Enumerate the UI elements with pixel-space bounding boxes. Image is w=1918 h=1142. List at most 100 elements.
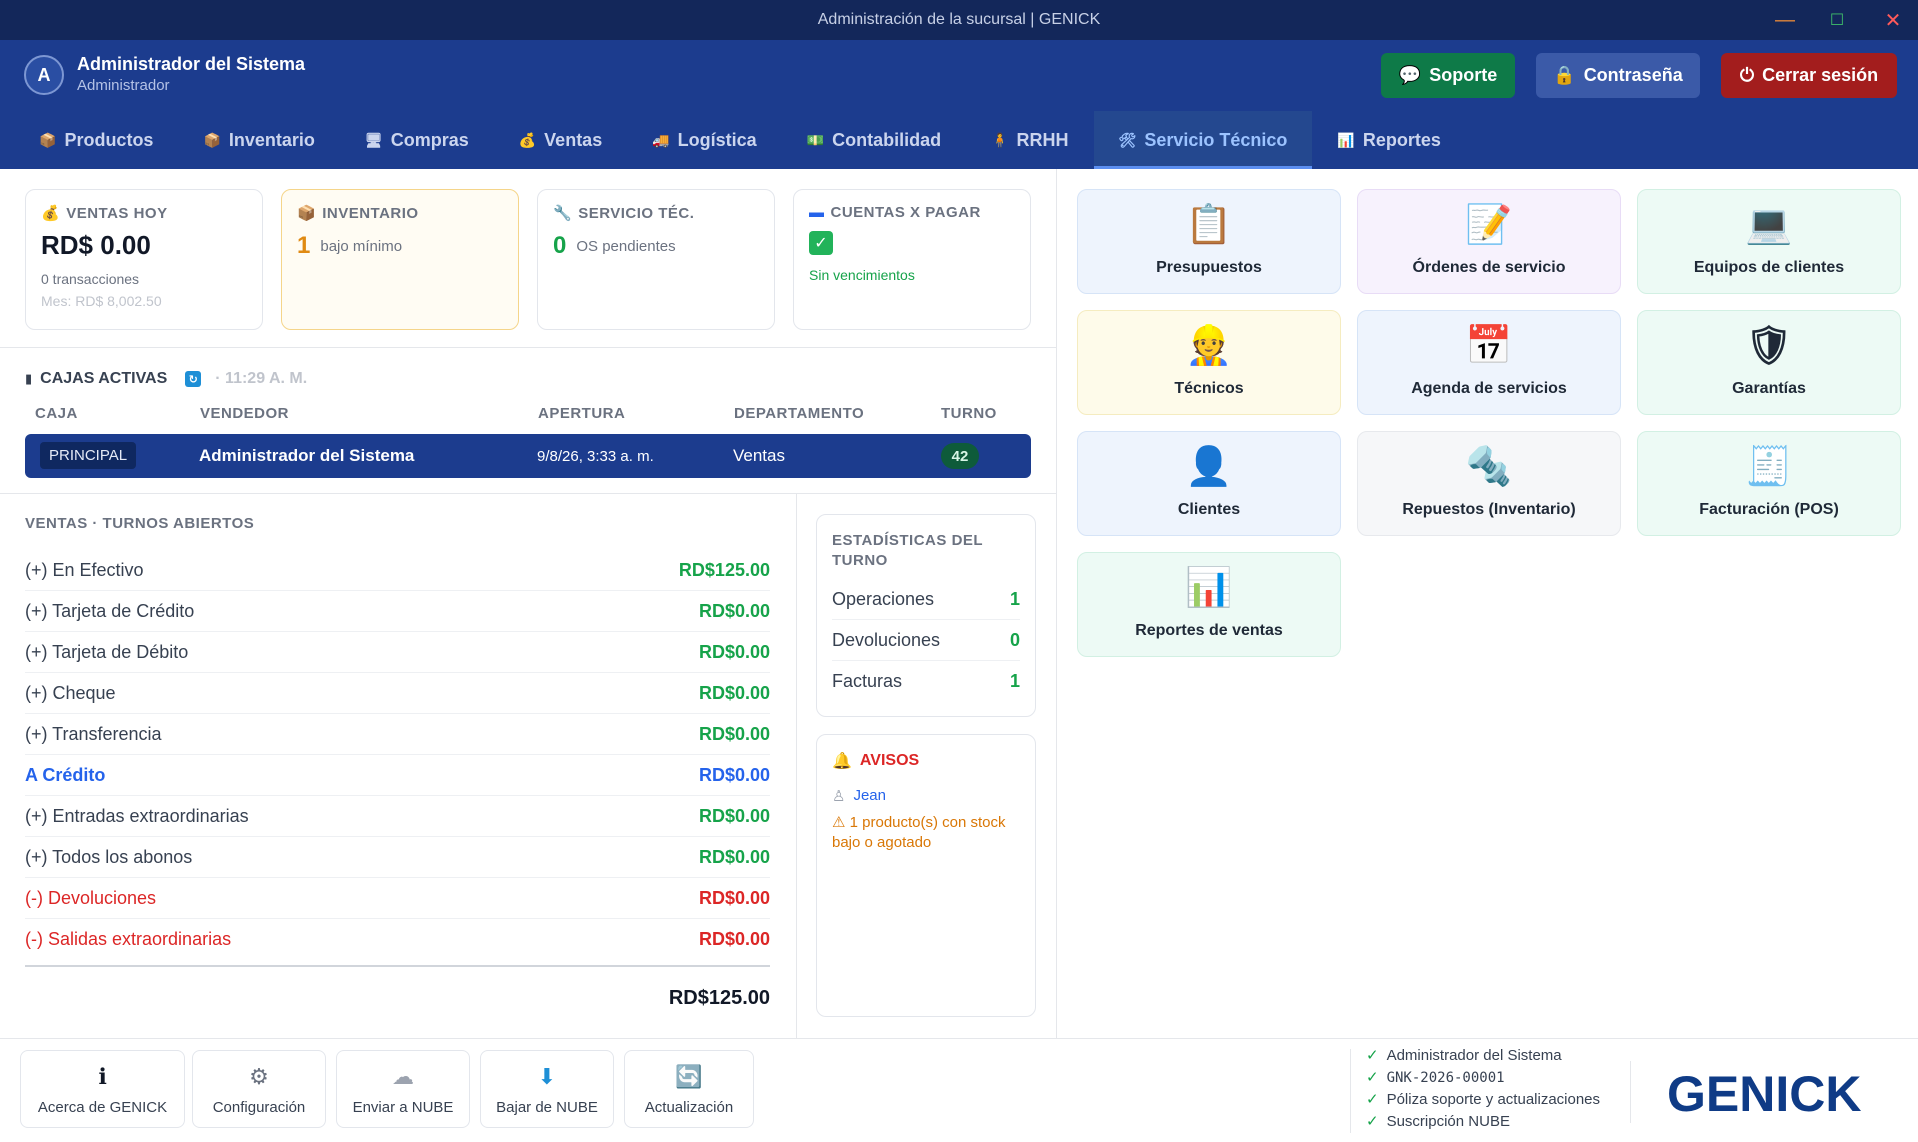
tab-servicio-tecnico[interactable]: 🛠 Servicio Técnico — [1093, 111, 1313, 169]
bottom-button-label: Acerca de GENICK — [37, 1098, 168, 1116]
tab-ventas[interactable]: 💰 Ventas — [494, 111, 627, 169]
license-status: ✓ Administrador del Sistema ✓ GNK-2026-000… — [1366, 1047, 1601, 1130]
module-card[interactable]: 📝 Órdenes de servicio — [1357, 189, 1621, 294]
divider — [796, 494, 797, 1038]
module-label: Equipos de clientes — [1693, 259, 1845, 276]
module-label: Agenda de servicios — [1411, 380, 1567, 397]
module-label: Repuestos (Inventario) — [1402, 501, 1576, 518]
box-icon: 📦 — [39, 131, 57, 148]
maximize-icon[interactable]: ☐ — [1812, 0, 1862, 40]
caja-turno-badge: 42 — [941, 443, 979, 469]
money-bag-icon: 💰 — [518, 131, 537, 148]
module-label: Garantías — [1732, 380, 1806, 397]
card-inventario: 📦 INVENTARIO 1 bajo mínimo — [281, 189, 519, 330]
module-card[interactable]: 🛡 Garantías — [1637, 310, 1901, 415]
module-icon: 🛡 — [1744, 325, 1794, 367]
tab-logistica[interactable]: 🚚 Logística — [627, 111, 781, 169]
module-label: Clientes — [1177, 501, 1241, 518]
bottom-button-label: Actualización — [644, 1098, 734, 1116]
avisos-panel: 🔔 AVISOS ♙ Jean ⚠ 1 producto(s) con stock … — [816, 734, 1036, 1017]
check-icon: ✓ — [1366, 1113, 1379, 1130]
bottom-button-label: Configuración — [212, 1098, 306, 1116]
money-bag-icon: 💰 — [41, 205, 61, 222]
bottom-button-label: Bajar de NUBE — [496, 1098, 598, 1116]
ventas-total: RD$125.00 — [25, 965, 770, 1010]
module-label: Presupuestos — [1156, 259, 1262, 276]
module-icon: 👤 — [1185, 446, 1233, 488]
inventario-value: 1 — [297, 232, 311, 259]
credit-card-icon: ▬ — [809, 204, 825, 221]
close-icon[interactable]: ✕ — [1868, 0, 1918, 40]
bottom-button[interactable]: ⚙ Configuración — [192, 1050, 326, 1128]
ventas-line: A Crédito RD$0.00 — [25, 755, 770, 796]
ventas-line: (+) Entradas extraordinarias RD$0.00 — [25, 796, 770, 837]
module-label: Facturación (POS) — [1699, 501, 1839, 518]
stat-row-facturas: Facturas 1 — [832, 671, 1020, 691]
tab-contabilidad[interactable]: 💵 Contabilidad — [782, 111, 966, 169]
minimize-icon[interactable]: — — [1760, 0, 1810, 40]
header-caja: CAJA — [35, 405, 78, 422]
ventas-line: (-) Devoluciones RD$0.00 — [25, 878, 770, 919]
servicio-value: 0 — [553, 232, 567, 259]
module-icon: 🔩 — [1465, 446, 1513, 488]
cash-icon: 💵 — [806, 131, 825, 148]
check-icon: ✓ — [1366, 1047, 1379, 1064]
cajas-time: · 11:29 A. M. — [215, 370, 308, 387]
chat-icon: 💬 — [1398, 65, 1422, 85]
tab-inventario[interactable]: 📦 Inventario — [178, 111, 339, 169]
header-apertura: APERTURA — [538, 405, 626, 422]
bottom-button[interactable]: 🔄 Actualización — [624, 1050, 754, 1128]
bottom-button-label: Enviar a NUBE — [352, 1098, 454, 1116]
caja-apertura: 9/8/26, 3:33 a. m. — [537, 448, 654, 465]
bottom-button[interactable]: ☁ Enviar a NUBE — [336, 1050, 470, 1128]
bottom-button-icon: ☁ — [392, 1063, 414, 1089]
user-role: Administrador — [77, 77, 170, 94]
bottom-button-icon: ⬇ — [537, 1063, 557, 1089]
refresh-icon[interactable]: ↻ — [185, 371, 202, 387]
stats-title: ESTADÍSTICAS DEL TURNO — [832, 532, 983, 569]
user-bar: A Administrador del Sistema Administrado… — [0, 40, 1918, 111]
ventas-line: (+) En Efectivo RD$125.00 — [25, 550, 770, 591]
card-servicio-tecnico: 🔧 SERVICIO TÉC. 0 OS pendientes — [537, 189, 775, 330]
module-card[interactable]: 👤 Clientes — [1077, 431, 1341, 536]
caja-row-principal[interactable]: PRINCIPAL Administrador del Sistema 9/8/… — [25, 434, 1031, 478]
computer-icon: 🖥 — [364, 131, 383, 148]
person-icon: 🧍 — [991, 131, 1009, 148]
tools-icon: 🛠 — [1118, 131, 1137, 148]
module-label: Órdenes de servicio — [1412, 259, 1566, 276]
module-card[interactable]: 👷 Técnicos — [1077, 310, 1341, 415]
register-icon: ▮ — [25, 371, 33, 386]
cajas-title: CAJAS ACTIVAS — [40, 370, 168, 387]
cerrar-sesion-button[interactable]: ⏻ Cerrar sesión — [1721, 53, 1897, 98]
module-icon: 📅 — [1465, 325, 1513, 367]
warning-icon: ⚠ — [832, 814, 846, 831]
tab-compras[interactable]: 🖥 Compras — [340, 111, 494, 169]
bottom-bar: ℹ Acerca de GENICK ⚙ Configuración ☁ Enviar a… — [0, 1038, 1918, 1142]
card-ventas-hoy: 💰 VENTAS HOY RD$ 0.00 0 transacciones Mes… — [25, 189, 263, 330]
bell-icon: 🔔 — [832, 753, 852, 770]
module-card[interactable]: 📊 Reportes de ventas — [1077, 552, 1341, 657]
bottom-button[interactable]: ℹ Acerca de GENICK — [20, 1050, 185, 1128]
module-card[interactable]: 🧾 Facturación (POS) — [1637, 431, 1901, 536]
tab-rrhh[interactable]: 🧍 RRHH — [966, 111, 1093, 169]
module-icon: 📋 — [1185, 204, 1233, 246]
tab-reportes[interactable]: 📊 Reportes — [1312, 111, 1465, 169]
bottom-button[interactable]: ⬇ Bajar de NUBE — [480, 1050, 614, 1128]
contrasena-button[interactable]: 🔒 Contraseña — [1536, 53, 1700, 98]
module-card[interactable]: 💻 Equipos de clientes — [1637, 189, 1901, 294]
caja-badge: PRINCIPAL — [40, 442, 137, 469]
module-card[interactable]: 📅 Agenda de servicios — [1357, 310, 1621, 415]
bottom-button-icon: ℹ — [98, 1063, 107, 1089]
aviso-user: Jean — [853, 787, 886, 804]
ventas-line: (+) Tarjeta de Débito RD$0.00 — [25, 632, 770, 673]
tab-productos[interactable]: 📦 Productos — [14, 111, 178, 169]
person-icon: ♙ — [832, 788, 846, 805]
ventas-line: (+) Tarjeta de Crédito RD$0.00 — [25, 591, 770, 632]
header-turno: TURNO — [941, 405, 997, 422]
wrench-icon: 🔧 — [553, 205, 573, 222]
box-icon: 📦 — [203, 131, 221, 148]
module-card[interactable]: 🔩 Repuestos (Inventario) — [1357, 431, 1621, 536]
header-departamento: DEPARTAMENTO — [734, 405, 865, 422]
soporte-button[interactable]: 💬 Soporte — [1381, 53, 1515, 98]
module-card[interactable]: 📋 Presupuestos — [1077, 189, 1341, 294]
